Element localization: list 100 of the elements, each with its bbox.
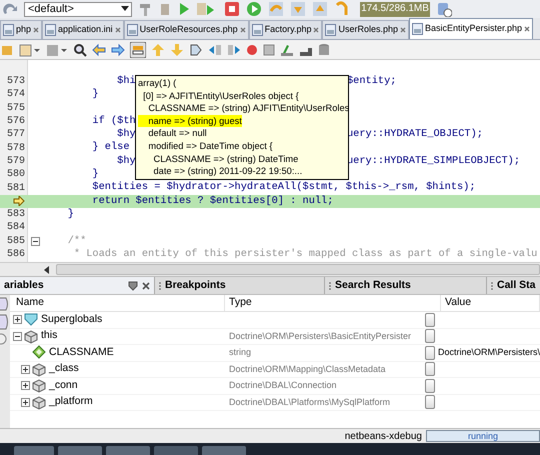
code-line: $entity; <box>347 74 396 89</box>
php-file-icon <box>126 24 138 36</box>
hammer-icon[interactable] <box>138 2 152 16</box>
current-line-arrow-icon <box>13 196 25 206</box>
value-edit-button[interactable] <box>425 378 435 393</box>
line-number: 577 <box>6 128 25 142</box>
format-icon[interactable] <box>46 42 68 56</box>
code-line: $hi <box>116 74 136 89</box>
editor-tab[interactable]: application.ini <box>42 20 124 39</box>
line-number: 576 <box>6 115 25 129</box>
code-line: $hy <box>116 154 136 169</box>
line-number: 580 <box>6 168 25 182</box>
collapse-toggle-icon[interactable] <box>13 332 22 341</box>
variable-name: _platform <box>49 394 93 410</box>
editor-tab[interactable]: UserRoleResources.php <box>124 20 249 39</box>
variable-name: CLASSNAME <box>49 344 114 360</box>
code-line: if ($th <box>91 114 136 128</box>
editor-tab[interactable]: php <box>0 20 42 39</box>
close-icon[interactable] <box>114 27 121 33</box>
find-previous-icon[interactable] <box>92 42 106 56</box>
tooltip-text: CLASSNAME => (string) DateTime <box>152 152 298 166</box>
find-next-icon[interactable] <box>111 42 125 56</box>
tooltip-text: date => (string) 2011-09-22 19:50:... <box>152 165 302 178</box>
php-file-icon <box>412 23 424 35</box>
panel-tab[interactable]: ariables <box>0 277 155 294</box>
scroll-left-icon[interactable] <box>44 266 50 274</box>
code-line: uery::HYDRATE_SIMPLEOBJECT); <box>347 154 520 169</box>
close-icon[interactable] <box>33 27 40 33</box>
shift-left-icon[interactable] <box>208 42 222 56</box>
tooltip-text: modified => DateTime object { <box>147 140 273 153</box>
cube-icon <box>32 394 46 410</box>
navigate-icon[interactable] <box>19 42 41 56</box>
expand-toggle-icon[interactable] <box>21 381 30 390</box>
caret-icon[interactable] <box>121 6 129 12</box>
shift-right-icon[interactable] <box>227 42 241 56</box>
horizontal-scrollbar-thumb[interactable] <box>56 264 540 275</box>
value-edit-button[interactable] <box>425 395 435 410</box>
fold-icon[interactable] <box>31 236 40 246</box>
variable-type: Doctrine\ORM\Persisters\BasicEntityPersister <box>229 330 412 343</box>
value-edit-button[interactable] <box>425 362 435 376</box>
column-header[interactable]: Type <box>225 295 441 311</box>
line-number: 586 <box>6 248 25 262</box>
editor-tab[interactable]: Factory.php <box>248 20 322 39</box>
close-icon[interactable] <box>240 27 246 33</box>
variable-name: Superglobals <box>41 312 102 327</box>
redo-icon[interactable] <box>2 2 18 16</box>
close-icon[interactable] <box>142 282 150 290</box>
continue-icon[interactable] <box>246 1 262 17</box>
memory-meter[interactable]: 174.5/286.1MB <box>360 2 430 16</box>
search-icon[interactable] <box>73 42 87 56</box>
line-number: 575 <box>6 102 25 116</box>
line-number: 585 <box>6 234 25 249</box>
column-header[interactable]: Name <box>10 295 225 311</box>
stop-macro-icon[interactable] <box>263 44 275 56</box>
variable-type: Doctrine\DBAL\Platforms\MySqlPlatform <box>229 396 390 409</box>
close-icon[interactable] <box>313 27 320 33</box>
code-line: } <box>91 87 99 102</box>
value-edit-button[interactable] <box>425 312 435 327</box>
variable-type: string <box>229 346 252 359</box>
value-edit-button[interactable] <box>425 346 435 360</box>
run-to-cursor-icon[interactable] <box>334 1 350 17</box>
step-out-icon[interactable] <box>312 1 328 17</box>
step-over-icon[interactable] <box>268 1 284 17</box>
run-icon[interactable] <box>178 2 190 16</box>
stop-icon[interactable] <box>224 1 240 17</box>
code-line: } <box>66 206 74 222</box>
expand-toggle-icon[interactable] <box>13 315 22 324</box>
comment-icon[interactable] <box>280 42 294 56</box>
column-header[interactable]: Value <box>441 295 540 311</box>
debug-session-label: netbeans-xdebug <box>344 430 422 444</box>
diamond-icon <box>32 345 46 360</box>
database-icon[interactable] <box>318 42 330 56</box>
variable-type: Doctrine\ORM\Mapping\ClassMetadata <box>229 362 386 376</box>
variable-name: this <box>41 328 58 344</box>
expand-toggle-icon[interactable] <box>21 398 30 407</box>
dropdown-value: <default> <box>28 4 74 14</box>
garbage-collect-icon[interactable] <box>436 1 452 17</box>
code-line: } else <box>91 140 130 156</box>
editor-tab[interactable]: BasicEntityPersister.php <box>409 18 534 39</box>
minimize-icon[interactable] <box>128 280 138 290</box>
editor-tab[interactable]: UserRoles.php <box>322 20 410 39</box>
toggle-bookmark-icon[interactable] <box>189 42 203 56</box>
code-line: $entities = $hydrator->hydrateAll($stmt, $this->_rsm, $hints); <box>91 180 476 196</box>
configuration-dropdown[interactable]: <default> <box>24 2 132 16</box>
close-icon[interactable] <box>524 26 530 32</box>
value-edit-button[interactable] <box>425 329 435 344</box>
highlight-icon[interactable] <box>130 42 146 58</box>
close-icon[interactable] <box>400 27 406 33</box>
variable-type: Doctrine\DBAL\Connection <box>229 379 337 392</box>
variable-name: _class <box>49 361 79 376</box>
expand-toggle-icon[interactable] <box>21 364 30 374</box>
highlighted-text: name => (string) guest <box>138 114 242 128</box>
line-number: 581 <box>6 182 25 196</box>
record-macro-icon[interactable] <box>246 44 258 56</box>
php-file-icon <box>45 24 56 36</box>
tooltip-text: [0] => AJFIT\Entity\UserRoles object { <box>142 90 299 102</box>
step-into-icon[interactable] <box>290 1 306 17</box>
progress-bar: running <box>426 430 540 442</box>
line-number: 583 <box>6 208 25 222</box>
line-number: 584 <box>6 221 25 236</box>
